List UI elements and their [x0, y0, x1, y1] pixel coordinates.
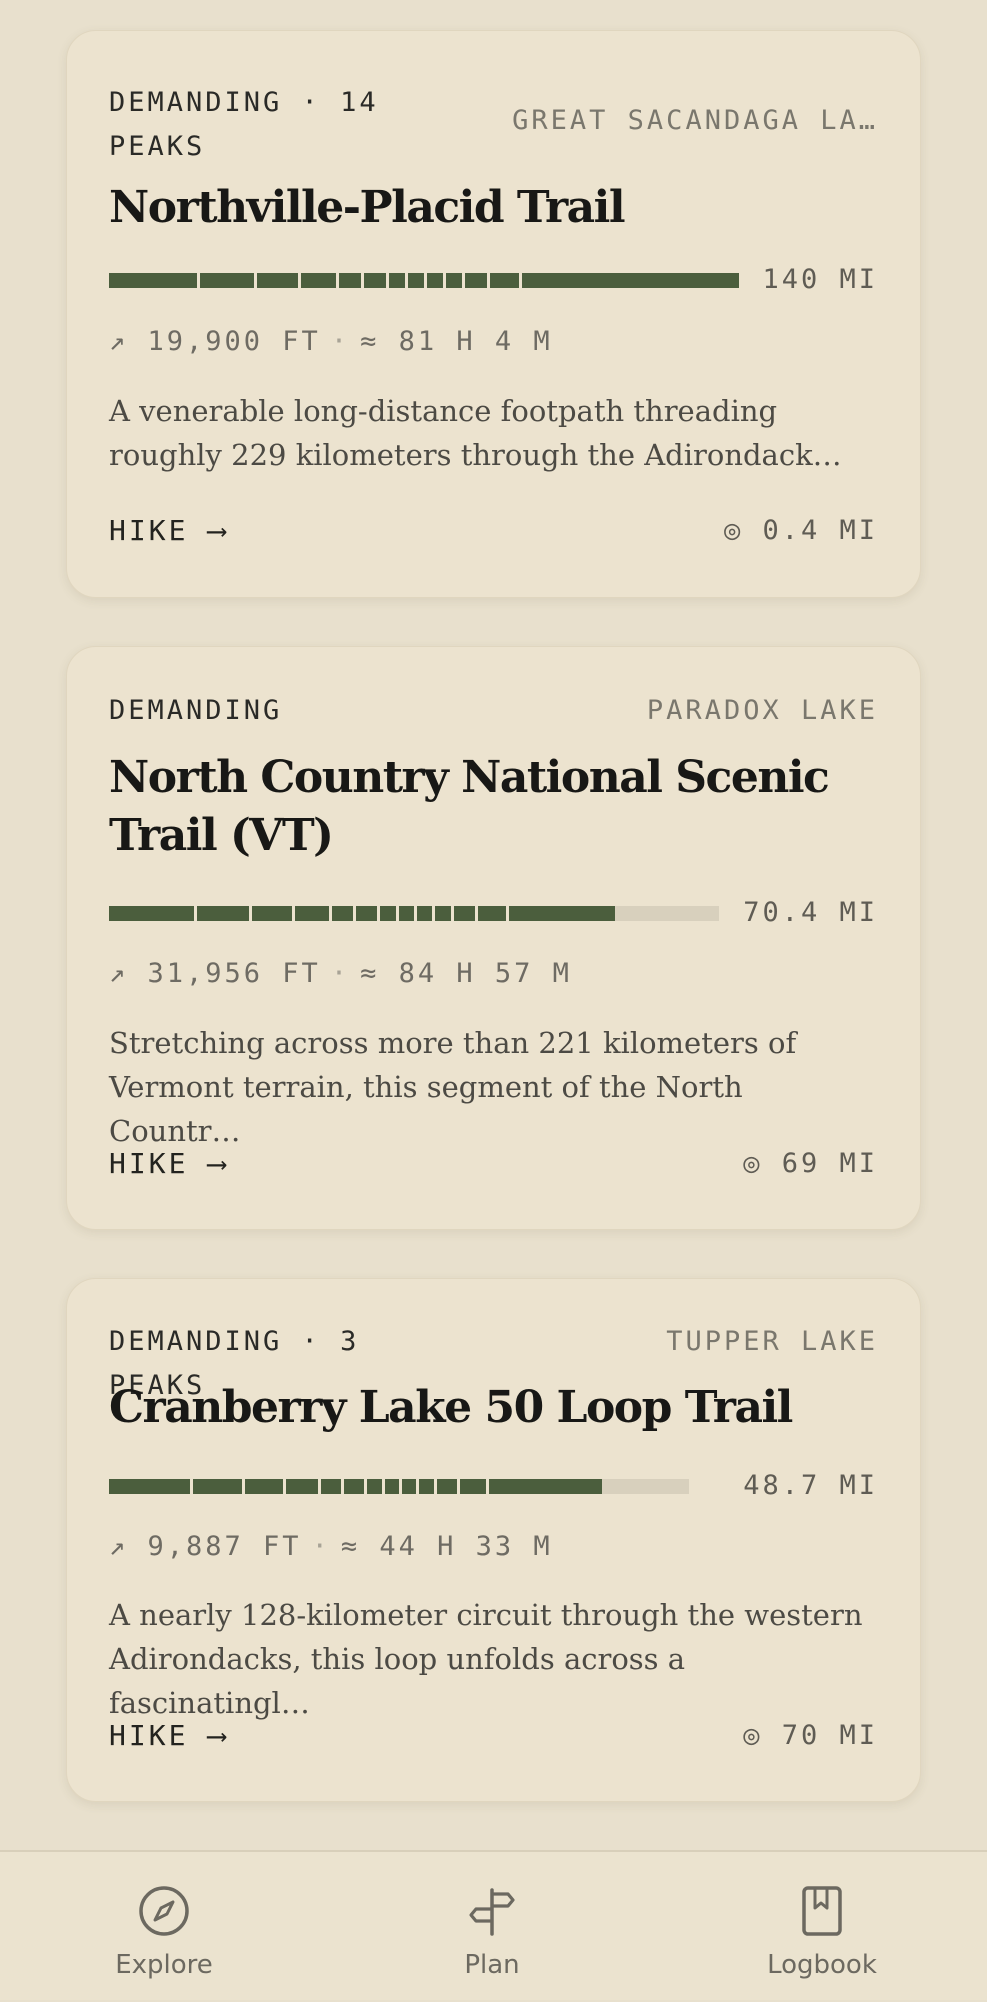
bar-segment-divider — [336, 273, 339, 288]
bar-segment-divider — [519, 273, 522, 288]
duration-estimate: ≈ 44 H 33 M — [340, 1531, 553, 1562]
bar-segment-divider — [462, 273, 465, 288]
elevation-gain: ↗ 31,956 FT — [109, 958, 321, 989]
bar-segment-divider — [457, 1479, 460, 1494]
trail-list[interactable]: DEMANDING · 14 PEAKS GREAT SACANDAGA LA…… — [0, 0, 987, 1850]
bar-segment-divider — [424, 273, 427, 288]
location-label: TUPPER LAKE — [666, 1326, 878, 1357]
bar-segment-divider — [382, 1479, 385, 1494]
bar-segment-divider — [432, 906, 435, 921]
tab-plan-label: Plan — [464, 1950, 520, 1980]
location-label: PARADOX LAKE — [646, 695, 878, 726]
distance-bar — [109, 906, 719, 921]
bar-segment-divider — [353, 906, 356, 921]
hike-link[interactable]: HIKE ⟶ — [109, 511, 228, 551]
trail-card[interactable]: DEMANDING · 3 PEAKS TUPPER LAKE Cranberr… — [66, 1278, 921, 1802]
bar-segment-divider — [399, 1479, 402, 1494]
bar-segment-divider — [506, 906, 509, 921]
signpost-icon — [469, 1888, 515, 1936]
bottom-nav: Explore Plan Logbook — [0, 1850, 987, 2000]
tab-logbook[interactable]: Logbook — [722, 1852, 922, 2002]
bar-segment-divider — [487, 273, 490, 288]
bar-segment-divider — [416, 1479, 419, 1494]
bar-segment-divider — [396, 906, 399, 921]
distance-bar — [109, 1479, 689, 1494]
elevation-gain: ↗ 9,887 FT — [109, 1531, 302, 1562]
tab-plan[interactable]: Plan — [392, 1852, 592, 2002]
trail-title: North Country National Scenic Trail (VT) — [109, 752, 830, 861]
bar-segment-divider — [318, 1479, 321, 1494]
tab-logbook-label: Logbook — [767, 1950, 877, 1980]
difficulty-label: DEMANDING — [109, 695, 283, 726]
bar-segment-divider — [249, 906, 252, 921]
bar-segment-divider — [292, 906, 295, 921]
distance-bar-fill — [109, 1479, 602, 1494]
nearby-distance: ◎ 70 MI — [743, 1720, 878, 1751]
tab-explore-label: Explore — [115, 1950, 213, 1980]
tab-explore[interactable]: Explore — [64, 1852, 264, 2002]
bar-segment-divider — [475, 906, 478, 921]
bar-segment-divider — [254, 273, 257, 288]
distance-label: 140 MI — [762, 264, 878, 295]
bar-segment-divider — [283, 1479, 286, 1494]
bookmark-book-icon — [802, 1886, 842, 1936]
trail-description: A nearly 128-kilometer circuit through t… — [109, 1598, 863, 1720]
trail-description: Stretching across more than 221 kilomete… — [109, 1026, 797, 1148]
distance-label: 70.4 MI — [743, 897, 878, 928]
bar-segment-divider — [434, 1479, 437, 1494]
trail-title: Cranberry Lake 50 Loop Trail — [109, 1382, 793, 1433]
bar-segment-divider — [405, 273, 408, 288]
trail-stats: ↗ 9,887 FT · ≈ 44 H 33 M — [109, 1531, 553, 1562]
trail-stats: ↗ 19,900 FT · ≈ 81 H 4 M — [109, 326, 553, 357]
distance-bar-fill — [109, 906, 615, 921]
bar-segment-divider — [386, 273, 389, 288]
bar-segment-divider — [190, 1479, 193, 1494]
trail-description: A venerable long-distance footpath threa… — [109, 394, 842, 472]
hike-link[interactable]: HIKE ⟶ — [109, 1144, 228, 1184]
hike-link[interactable]: HIKE ⟶ — [109, 1716, 228, 1756]
location-label: GREAT SACANDAGA LA… — [512, 105, 878, 136]
bar-segment-divider — [298, 273, 301, 288]
nearby-distance: ◎ 69 MI — [743, 1148, 878, 1179]
trail-card[interactable]: DEMANDING PARADOX LAKE North Country Nat… — [66, 646, 921, 1230]
difficulty-label: DEMANDING · 14 PEAKS — [109, 87, 379, 162]
bar-segment-divider — [194, 906, 197, 921]
bar-segment-divider — [486, 1479, 489, 1494]
trail-card[interactable]: DEMANDING · 14 PEAKS GREAT SACANDAGA LA…… — [66, 30, 921, 598]
trail-stats: ↗ 31,956 FT · ≈ 84 H 57 M — [109, 958, 572, 989]
nearby-distance: ◎ 0.4 MI — [723, 515, 878, 546]
bar-segment-divider — [242, 1479, 245, 1494]
bar-segment-divider — [197, 273, 200, 288]
bar-segment-divider — [361, 273, 364, 288]
bar-segment-divider — [414, 906, 417, 921]
bar-segment-divider — [377, 906, 380, 921]
duration-estimate: ≈ 81 H 4 M — [360, 326, 553, 357]
distance-bar — [109, 273, 739, 288]
bar-segment-divider — [329, 906, 332, 921]
compass-icon — [139, 1886, 189, 1936]
duration-estimate: ≈ 84 H 57 M — [360, 958, 572, 989]
bar-segment-divider — [341, 1479, 344, 1494]
trail-title: Northville-Placid Trail — [109, 182, 626, 233]
elevation-gain: ↗ 19,900 FT — [109, 326, 321, 357]
bar-segment-divider — [451, 906, 454, 921]
bar-segment-divider — [443, 273, 446, 288]
distance-label: 48.7 MI — [743, 1470, 878, 1501]
bar-segment-divider — [364, 1479, 367, 1494]
